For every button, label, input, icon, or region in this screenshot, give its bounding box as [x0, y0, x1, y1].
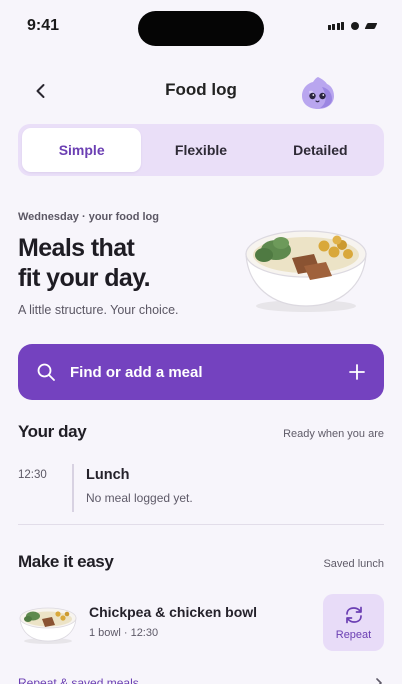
hero-headline-line-2: fit your day.: [18, 264, 151, 292]
saved-meal-name[interactable]: Chickpea & chicken bowl: [89, 604, 257, 620]
status-icons: [327, 22, 378, 30]
battery-icon: [364, 23, 378, 29]
lunch-title[interactable]: Lunch: [86, 467, 130, 483]
chevron-right-icon: [376, 678, 382, 684]
lunch-status: No meal logged yet.: [86, 491, 193, 505]
food-bowl-illustration: [245, 230, 367, 312]
repeat-saved-meals-link[interactable]: Repeat & saved meals: [18, 676, 384, 684]
make-it-easy-title: Make it easy: [18, 552, 114, 571]
segment-simple[interactable]: Simple: [22, 128, 142, 172]
make-it-easy-header: Make it easy Saved lunch: [18, 552, 384, 572]
your-day-title: Your day: [18, 422, 87, 441]
hero-section: Wednesday · your food log Meals that fit…: [18, 206, 384, 326]
repeat-button[interactable]: Repeat: [323, 594, 384, 651]
status-bar: 9:41: [0, 0, 402, 54]
status-time: 9:41: [27, 17, 60, 34]
bowl-thumbnail: [19, 607, 77, 644]
saved-meal-meta: 1 bowl · 12:30: [89, 627, 159, 639]
date-eyebrow: Wednesday · your food log: [18, 211, 159, 223]
your-day-meta: Ready when you are: [283, 428, 384, 440]
timeline-bar: [72, 464, 74, 512]
hero-headline-line-1: Meals that: [18, 234, 135, 262]
signal-icon: [327, 22, 344, 30]
find-or-add-meal-label: Find or add a meal: [70, 363, 203, 381]
mode-segmented-control: Simple Flexible Detailed: [18, 124, 384, 176]
search-icon: [37, 363, 55, 381]
hero-subtext: A little structure. Your choice.: [18, 303, 179, 317]
section-divider: [18, 524, 384, 525]
dynamic-island: [138, 11, 264, 46]
your-day-header: Your day Ready when you are: [18, 422, 384, 442]
repeat-saved-meals-label: Repeat & saved meals: [18, 676, 139, 684]
segment-flexible[interactable]: Flexible: [141, 128, 260, 172]
ghost-mascot-icon[interactable]: [298, 73, 338, 113]
plus-icon: [349, 364, 365, 380]
find-or-add-meal-button[interactable]: Find or add a meal: [18, 344, 384, 400]
make-it-easy-meta: Saved lunch: [323, 558, 384, 570]
segment-detailed[interactable]: Detailed: [261, 128, 380, 172]
lunch-time: 12:30: [18, 469, 47, 481]
hero-headline: Meals that fit your day.: [18, 233, 198, 293]
repeat-label: Repeat: [335, 628, 372, 641]
wifi-icon: [351, 22, 359, 30]
nav-bar: Food log: [0, 68, 402, 114]
repeat-icon: [345, 606, 362, 623]
page-title: Food log: [165, 80, 237, 99]
